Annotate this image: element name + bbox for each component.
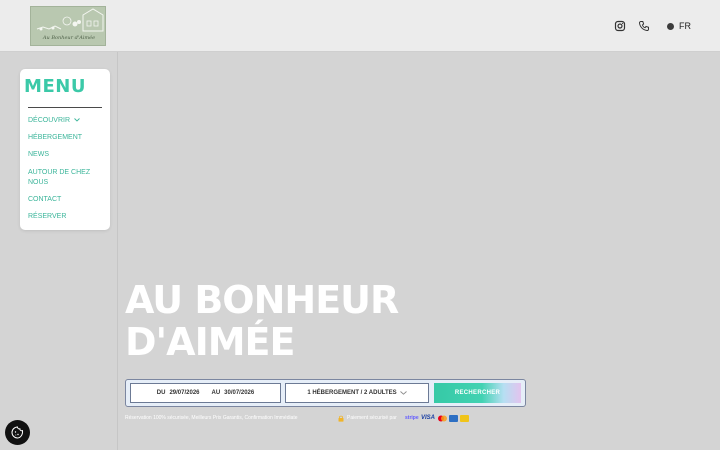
language-switcher[interactable]: FR <box>667 20 691 32</box>
menu-item-label: AUTOUR DE CHEZ <box>28 169 91 176</box>
hero-title-line1: AU BONHEUR <box>125 278 399 322</box>
site-header: Au Bonheur d'Aimée FR <box>0 0 720 52</box>
menu-item-label: DÉCOUVRIR <box>28 117 71 124</box>
date-range-picker[interactable]: DU 29/07/2026 AU 30/07/2026 <box>130 383 281 403</box>
menu-item-label: NOUS <box>28 179 49 186</box>
search-button[interactable]: RECHERCHER <box>434 383 521 403</box>
guests-selector[interactable]: 1 HÉBERGEMENT / 2 ADULTES <box>285 383 429 403</box>
menu-title: MENU <box>24 76 86 97</box>
menu-item-autour[interactable]: AUTOUR DE CHEZ <box>28 168 90 178</box>
reassurance-note: Réservation 100% sécurisée, Meilleurs Pr… <box>125 415 298 421</box>
visa-logo: VISA <box>421 415 436 421</box>
amex-icon <box>449 415 458 422</box>
hero-title-line2: D'AIMÉE <box>125 320 295 364</box>
site-logo[interactable]: Au Bonheur d'Aimée <box>30 6 106 46</box>
menu-item-decouvrir[interactable]: DÉCOUVRIR <box>28 116 80 126</box>
menu-item-label: RÉSERVER <box>28 213 67 220</box>
menu-item-label: CONTACT <box>28 196 62 203</box>
to-label: AU <box>211 390 221 396</box>
cookie-settings-button[interactable] <box>5 420 30 445</box>
mastercard-icon <box>438 415 447 422</box>
payment-note: Paiement sécurisé par <box>347 415 397 421</box>
menu-item-autour-line2[interactable]: NOUS <box>28 178 48 188</box>
menu-item-label: HÉBERGEMENT <box>28 134 83 141</box>
from-label: DU <box>156 390 166 396</box>
menu-item-contact[interactable]: CONTACT <box>28 195 61 205</box>
hero-divider <box>117 52 118 450</box>
menu-item-hebergement[interactable]: HÉBERGEMENT <box>28 133 82 143</box>
menu-item-label: NEWS <box>28 151 49 158</box>
from-date: 29/07/2026 <box>169 390 200 396</box>
stripe-logo: stripe <box>405 415 419 421</box>
chevron-down-icon <box>399 391 407 395</box>
chevron-down-icon <box>74 118 80 122</box>
lock-icon <box>338 415 344 422</box>
card-icon <box>460 415 469 422</box>
menu-item-news[interactable]: NEWS <box>28 150 49 160</box>
phone-icon[interactable] <box>638 20 650 32</box>
to-date: 30/07/2026 <box>224 390 255 396</box>
globe-icon <box>667 22 674 30</box>
guests-value: 1 HÉBERGEMENT / 2 ADULTES <box>307 390 397 396</box>
menu-item-reserver[interactable]: RÉSERVER <box>28 212 66 222</box>
logo-text: Au Bonheur d'Aimée <box>42 35 96 41</box>
instagram-icon[interactable] <box>614 20 626 32</box>
language-label: FR <box>679 21 691 31</box>
cookie-icon <box>11 426 24 439</box>
menu-divider <box>28 107 102 108</box>
